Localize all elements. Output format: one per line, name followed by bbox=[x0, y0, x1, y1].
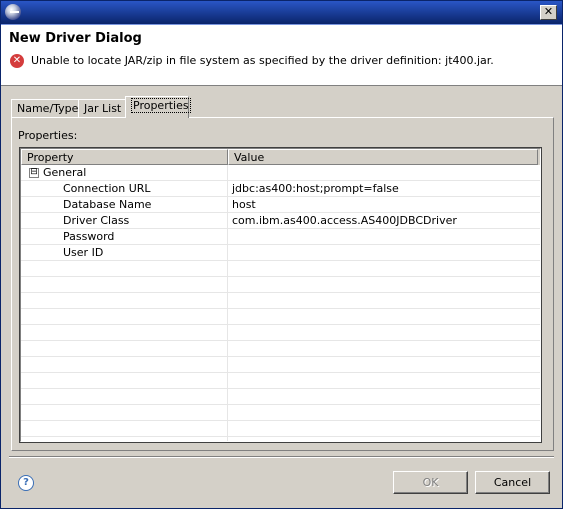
empty-row bbox=[21, 325, 540, 341]
property-name: Database Name bbox=[63, 198, 152, 211]
empty-row bbox=[21, 293, 540, 309]
help-icon[interactable]: ? bbox=[18, 475, 34, 491]
property-name: Driver Class bbox=[63, 214, 130, 227]
tab-name-type[interactable]: Name/Type bbox=[11, 99, 83, 119]
header-gap bbox=[538, 149, 540, 165]
tab-properties[interactable]: Properties bbox=[125, 96, 191, 118]
properties-panel: Properties: Property Value ⊟ General Con… bbox=[11, 117, 554, 451]
close-button[interactable]: ✕ bbox=[540, 5, 557, 20]
properties-tree[interactable]: Property Value ⊟ General Connection URL … bbox=[19, 147, 542, 443]
footer-separator bbox=[9, 456, 554, 458]
tree-row-general[interactable]: ⊟ General bbox=[21, 165, 540, 181]
empty-row bbox=[21, 405, 540, 421]
properties-label: Properties: bbox=[18, 129, 78, 142]
dialog-title: New Driver Dialog bbox=[9, 31, 142, 46]
table-row[interactable]: Password bbox=[21, 229, 540, 245]
tab-label: Jar List bbox=[84, 102, 122, 115]
property-value[interactable]: host bbox=[232, 197, 256, 213]
eclipse-icon bbox=[5, 4, 21, 20]
property-name: User ID bbox=[63, 246, 104, 259]
empty-row bbox=[21, 357, 540, 373]
table-row[interactable]: User ID bbox=[21, 245, 540, 261]
error-message: Unable to locate JAR/zip in file system … bbox=[31, 54, 494, 67]
empty-row bbox=[21, 261, 540, 277]
property-name: Connection URL bbox=[63, 182, 151, 195]
tab-label: Name/Type bbox=[17, 102, 79, 115]
property-value[interactable]: jdbc:as400:host;prompt=false bbox=[232, 181, 399, 197]
property-name: Password bbox=[63, 230, 115, 243]
table-row[interactable]: Database Name host bbox=[21, 197, 540, 213]
group-label: General bbox=[43, 166, 87, 179]
empty-row bbox=[21, 277, 540, 293]
empty-row bbox=[21, 389, 540, 405]
error-icon: ✕ bbox=[10, 54, 24, 68]
empty-row bbox=[21, 373, 540, 389]
table-row[interactable]: Driver Class com.ibm.as400.access.AS400J… bbox=[21, 213, 540, 229]
column-header-value[interactable]: Value bbox=[228, 149, 538, 165]
column-header-property[interactable]: Property bbox=[21, 149, 228, 165]
tab-jar-list[interactable]: Jar List bbox=[78, 99, 127, 119]
empty-row bbox=[21, 309, 540, 325]
title-bar[interactable]: ✕ bbox=[1, 1, 562, 25]
cancel-button[interactable]: Cancel bbox=[475, 471, 550, 494]
dialog-window: ✕ New Driver Dialog ✕ Unable to locate J… bbox=[0, 0, 563, 509]
empty-row bbox=[21, 421, 540, 437]
property-value[interactable]: com.ibm.as400.access.AS400JDBCDriver bbox=[232, 213, 457, 229]
ok-button[interactable]: OK bbox=[393, 471, 468, 494]
dialog-header: New Driver Dialog ✕ Unable to locate JAR… bbox=[1, 25, 562, 86]
empty-row bbox=[21, 341, 540, 357]
table-row[interactable]: Connection URL jdbc:as400:host;prompt=fa… bbox=[21, 181, 540, 197]
collapse-icon[interactable]: ⊟ bbox=[29, 168, 39, 178]
tab-label: Properties bbox=[131, 98, 191, 113]
